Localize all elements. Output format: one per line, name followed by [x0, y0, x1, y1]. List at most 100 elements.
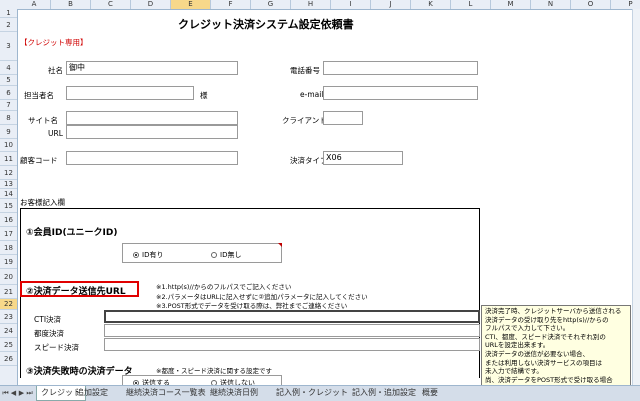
row-header-4[interactable]: 4: [0, 61, 17, 75]
row-header-22[interactable]: 22: [0, 299, 17, 310]
row-header-16[interactable]: 16: [0, 213, 17, 227]
column-header-bar: ABCDEFGHIJKLMNOP: [0, 0, 640, 10]
column-header-J[interactable]: J: [371, 0, 411, 9]
sheet-tab[interactable]: 記入例・追加設定: [348, 386, 420, 400]
url-field[interactable]: [66, 125, 238, 139]
company-label: 社名: [48, 66, 63, 75]
client-ip-field[interactable]: [323, 111, 363, 125]
row-header-24[interactable]: 24: [0, 324, 17, 338]
site-field[interactable]: [66, 111, 238, 125]
column-header-M[interactable]: M: [491, 0, 531, 9]
column-header-B[interactable]: B: [51, 0, 91, 9]
sheet-tab[interactable]: 継続決済日例: [206, 386, 262, 400]
row-header-bar: 1 2 3 4 5 6 7 8 9 10 11 12 13 14 15 16 17 18 19 20 21 22 23 24 2…: [0, 9, 18, 385]
id-yes-radio[interactable]: ID有り: [133, 250, 163, 260]
row-header-23[interactable]: 23: [0, 310, 17, 324]
vertical-scrollbar[interactable]: [632, 9, 640, 385]
row-header-11[interactable]: 11: [0, 152, 17, 166]
last-sheet-icon[interactable]: ⏭: [26, 388, 33, 398]
customer-code-label: 顧客コード: [20, 156, 58, 165]
speed-url-field[interactable]: [104, 338, 480, 351]
customer-code-field[interactable]: [66, 151, 238, 165]
settle-type-field[interactable]: X06: [323, 151, 403, 165]
row-header-19[interactable]: 19: [0, 255, 17, 269]
column-header-I[interactable]: I: [331, 0, 371, 9]
site-label: サイト名: [28, 116, 58, 125]
comment-marker-icon: [278, 243, 282, 247]
row-header-12[interactable]: 12: [0, 166, 17, 180]
tooltip-line: または利用しない決済サービスの項目は: [485, 358, 602, 367]
tooltip-line: 決済データの受け取り先をhttp(s)//からの: [485, 315, 609, 324]
section3-note: ※都度・スピード決済に関する設定です: [156, 367, 272, 375]
section1-title: ①会員ID(ユニークID): [26, 228, 118, 238]
column-header-L[interactable]: L: [451, 0, 491, 9]
column-header-A[interactable]: A: [18, 0, 51, 9]
row-header-26[interactable]: 26: [0, 352, 17, 366]
row-header-20[interactable]: 20: [0, 269, 17, 285]
row-header-25[interactable]: 25: [0, 338, 17, 352]
speed-label: スピード決済: [34, 343, 79, 352]
column-header-D[interactable]: D: [131, 0, 171, 9]
column-header-H[interactable]: H: [291, 0, 331, 9]
tsudo-url-field[interactable]: [104, 324, 480, 337]
row-header-5[interactable]: 5: [0, 75, 17, 86]
id-yes-label: ID有り: [142, 251, 164, 259]
document-title: クレジット決済システム設定依頼書: [178, 18, 354, 31]
column-header-C[interactable]: C: [91, 0, 131, 9]
person-label: 担当者名: [24, 91, 54, 100]
row-header-1[interactable]: 1: [0, 9, 17, 18]
row-header-8[interactable]: 8: [0, 111, 17, 125]
customer-fill-label: お客様記入欄: [20, 198, 65, 207]
company-field[interactable]: 御中: [66, 61, 238, 75]
sheet-tab[interactable]: 継続決済コース一覧表: [122, 386, 210, 400]
column-header-N[interactable]: N: [531, 0, 571, 9]
tooltip-line: URLを設定出来ます。: [485, 341, 550, 350]
url-label: URL: [48, 129, 63, 138]
section3-title: ③決済失敗時の決済データ: [26, 367, 133, 377]
row-header-13[interactable]: 13: [0, 180, 17, 189]
tsudo-label: 都度決済: [34, 329, 64, 338]
first-sheet-icon[interactable]: ⏮: [2, 388, 9, 398]
column-header-K[interactable]: K: [411, 0, 451, 9]
row-header-6[interactable]: 6: [0, 86, 17, 100]
row-header-18[interactable]: 18: [0, 241, 17, 255]
next-sheet-icon[interactable]: ▶: [18, 388, 25, 398]
row-header-3[interactable]: 3: [0, 32, 17, 61]
row-header-7[interactable]: 7: [0, 100, 17, 111]
row-header-10[interactable]: 10: [0, 139, 17, 152]
tooltip-line: 決済完了時、クレジットサーバから送信される: [485, 307, 622, 315]
email-field[interactable]: [323, 86, 478, 100]
column-header-E[interactable]: E: [171, 0, 211, 9]
column-header-G[interactable]: G: [251, 0, 291, 9]
row-header-9[interactable]: 9: [0, 125, 17, 139]
tooltip-line: 未入力で結構です。: [485, 367, 543, 376]
id-no-radio[interactable]: ID無し: [211, 250, 241, 260]
section2-note1: ※1.http(s)//からのフルパスでご記入ください: [156, 283, 292, 291]
prev-sheet-icon[interactable]: ◀: [10, 388, 17, 398]
cti-url-field[interactable]: [104, 310, 480, 323]
section2-note3: ※3.POST形式でデータを受け取る際は、弊社までご連絡ください: [156, 302, 348, 310]
row-header-21[interactable]: 21: [0, 285, 17, 299]
column-header-P[interactable]: P: [611, 0, 640, 9]
tooltip-line: 決済データの送信が必要ない場合、: [485, 349, 589, 358]
sama-label: 様: [200, 91, 208, 100]
column-header-O[interactable]: O: [571, 0, 611, 9]
email-label: e-mail: [300, 90, 324, 99]
sheet-tab[interactable]: 記入例・クレジット: [272, 386, 352, 400]
settle-type-label: 決済タイプ: [290, 156, 328, 165]
comment-tooltip: 決済完了時、クレジットサーバから送信される 決済データの受け取り先をhttp(s…: [481, 305, 631, 387]
tel-field[interactable]: [323, 61, 478, 75]
row-header-2[interactable]: 2: [0, 18, 17, 32]
row-header-15[interactable]: 15: [0, 199, 17, 213]
sheet-tab-bar: ⏮ ◀ ▶ ⏭ クレジット 追加設定 継続決済コース一覧表 継続決済日例 記入例・クレジ…: [0, 385, 640, 401]
company-suffix: 御中: [69, 63, 85, 72]
cti-label: CTI決済: [34, 315, 62, 324]
column-header-F[interactable]: F: [211, 0, 251, 9]
sheet-tab[interactable]: 概要: [418, 386, 442, 400]
tooltip-line: 尚、決済データをPOST形式で受け取る場合: [485, 375, 613, 384]
sheet-tab[interactable]: 追加設定: [72, 386, 112, 400]
section2-title: ②決済データ送信先URL: [26, 287, 126, 297]
person-field[interactable]: [66, 86, 194, 100]
row-header-14[interactable]: 14: [0, 189, 17, 199]
row-header-17[interactable]: 17: [0, 227, 17, 241]
